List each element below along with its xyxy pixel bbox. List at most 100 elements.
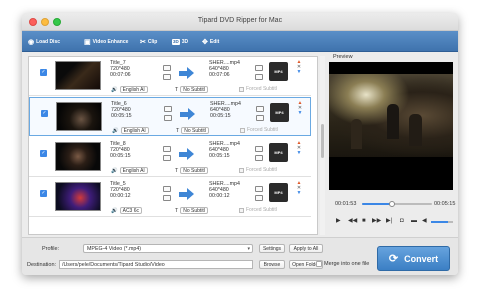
- source-info: Title_5 720*480 00:00:12: [110, 181, 131, 200]
- output-settings-icon[interactable]: [256, 115, 264, 121]
- window-title: Tipard DVD Ripper for Mac: [197, 17, 283, 24]
- forced-subtitles-checkbox[interactable]: [240, 127, 245, 133]
- format-icon[interactable]: MP4: [269, 183, 288, 202]
- edit-info-icon[interactable]: [163, 146, 171, 152]
- rename-icon[interactable]: [255, 186, 263, 192]
- edit-label: Edit: [209, 39, 220, 45]
- move-down-icon[interactable]: ▼: [295, 151, 303, 156]
- item-controls: ▲ ✕ ▼: [295, 141, 303, 156]
- format-icon[interactable]: MP4: [269, 62, 288, 81]
- item-checkbox[interactable]: ✓: [40, 150, 47, 157]
- rewind-icon[interactable]: ◀◀: [348, 218, 357, 224]
- audio-track: 🔊 English Al: [112, 127, 149, 134]
- list-item[interactable]: ✓ Title_8 720*480 00:05:15 SHER....mp4 6…: [29, 138, 311, 177]
- rename-icon[interactable]: [256, 106, 264, 112]
- settings-button[interactable]: Settings: [259, 244, 285, 253]
- clip-info-icon[interactable]: [163, 195, 171, 201]
- forced-subtitles-checkbox[interactable]: [239, 207, 244, 213]
- clip-info-icon[interactable]: [164, 115, 172, 121]
- subtitle-icon: T: [175, 207, 179, 214]
- edit-info-icon[interactable]: [163, 65, 171, 71]
- audio-track-select[interactable]: English Al: [120, 127, 149, 134]
- item-checkbox[interactable]: ✓: [40, 190, 47, 197]
- format-icon[interactable]: MP4: [270, 103, 289, 122]
- output-info: SHER....mp4 640*480 00:05:15: [210, 101, 241, 120]
- volume-icon[interactable]: ◀: [422, 218, 427, 224]
- forced-subtitles-label: Forced Subtitl: [246, 167, 277, 173]
- load-disc-label: Load Disc: [36, 39, 61, 45]
- audio-track-select[interactable]: English Al: [119, 86, 148, 93]
- profile-value: MPEG-4 Video (*.mp4): [87, 246, 142, 252]
- output-duration: 00:05:15: [210, 113, 231, 120]
- clip-info-icon[interactable]: [163, 155, 171, 161]
- item-checkbox[interactable]: ✓: [41, 110, 48, 117]
- convert-button[interactable]: ⟳ Convert: [377, 246, 450, 271]
- forced-subtitles: Forced Subtitl: [239, 207, 277, 213]
- list-item[interactable]: ✓ Title_6 720*480 00:05:15 SHER....mp4 6…: [29, 97, 311, 136]
- rename-icon[interactable]: [255, 65, 263, 71]
- next-icon[interactable]: ▶|: [386, 218, 392, 224]
- clip-button[interactable]: ✂ Clip: [140, 36, 157, 48]
- subtitle-select[interactable]: No Subtitl: [180, 207, 208, 214]
- source-duration: 00:05:15: [111, 113, 132, 120]
- list-item[interactable]: ✓ Title_5 720*480 00:00:12 SHER....mp4 6…: [29, 178, 311, 217]
- forced-subtitles-checkbox[interactable]: [239, 86, 244, 92]
- fast-forward-icon[interactable]: ▶▶: [372, 218, 381, 224]
- rename-icon[interactable]: [255, 146, 263, 152]
- source-duration: 00:07:06: [110, 72, 131, 79]
- list-scrollbar[interactable]: [320, 56, 325, 235]
- subtitle-select[interactable]: No Subtitl: [180, 86, 208, 93]
- current-time: 00:01:53: [335, 201, 357, 207]
- title-list: ✓ Title_7 720*480 00:07:06 SHER....mp4 6…: [28, 56, 318, 235]
- profile-select[interactable]: MPEG-4 Video (*.mp4) ▾: [83, 244, 253, 253]
- forced-subtitles-checkbox[interactable]: [239, 167, 244, 173]
- output-settings-icon[interactable]: [255, 195, 263, 201]
- source-duration: 00:00:12: [110, 193, 131, 200]
- move-down-icon[interactable]: ▼: [295, 70, 303, 75]
- audio-track-select[interactable]: English Al: [119, 167, 148, 174]
- subtitle-select[interactable]: No Subtitl: [181, 127, 209, 134]
- list-item[interactable]: ✓ Title_7 720*480 00:07:06 SHER....mp4 6…: [29, 57, 311, 96]
- merge-checkbox[interactable]: [316, 261, 322, 267]
- merge-option: Merge into one file: [316, 261, 369, 267]
- play-icon[interactable]: ▶: [336, 218, 341, 224]
- subtitle-icon: T: [175, 167, 179, 174]
- stop-icon[interactable]: ■: [362, 218, 366, 224]
- volume-fill: [431, 221, 448, 223]
- subtitle-select[interactable]: No Subtitl: [180, 167, 208, 174]
- format-icon[interactable]: MP4: [269, 143, 288, 162]
- apply-to-all-button[interactable]: Apply to All: [289, 244, 323, 253]
- browse-button[interactable]: Browse: [259, 260, 285, 269]
- forced-subtitles-label: Forced Subtitl: [246, 86, 277, 92]
- destination-field[interactable]: /Users/pele/Documents/Tipard Studio/Vide…: [59, 260, 253, 269]
- item-checkbox[interactable]: ✓: [40, 69, 47, 76]
- folder-icon[interactable]: ▬: [411, 218, 417, 224]
- output-duration: 00:00:12: [209, 193, 230, 200]
- enhance-icon: ▣: [84, 38, 91, 46]
- move-down-icon[interactable]: ▼: [296, 111, 304, 116]
- output-settings-icon[interactable]: [255, 155, 263, 161]
- audio-track: 🔊 English Al: [111, 86, 148, 93]
- edit-button[interactable]: ✥ Edit: [202, 36, 219, 48]
- video-enhance-button[interactable]: ▣ Video Enhance: [84, 36, 128, 48]
- output-duration: 00:05:15: [209, 153, 230, 160]
- seek-bar[interactable]: [362, 201, 432, 207]
- title-bar: Tipard DVD Ripper for Mac: [22, 13, 458, 31]
- edit-info-icon[interactable]: [164, 106, 172, 112]
- clip-info-icon[interactable]: [163, 74, 171, 80]
- 3d-button[interactable]: 3D 3D: [172, 36, 188, 48]
- edit-info-icon[interactable]: [163, 186, 171, 192]
- audio-track-select[interactable]: AC3 6c: [119, 207, 143, 214]
- volume-slider[interactable]: [431, 221, 453, 223]
- seek-handle[interactable]: [389, 201, 396, 207]
- output-settings-icon[interactable]: [255, 74, 263, 80]
- source-info: Title_8 720*480 00:05:15: [110, 141, 131, 160]
- item-controls: ▲ ✕ ▼: [296, 101, 304, 116]
- move-down-icon[interactable]: ▼: [295, 191, 303, 196]
- chevron-down-icon: ▾: [247, 246, 250, 252]
- scrollbar-thumb[interactable]: [321, 124, 324, 158]
- load-disc-button[interactable]: ◉ Load Disc: [28, 36, 60, 48]
- snapshot-icon[interactable]: ◘: [400, 218, 404, 224]
- output-info: SHER....mp4 640*480 00:07:06: [209, 60, 240, 79]
- profile-label: Profile:: [42, 246, 60, 252]
